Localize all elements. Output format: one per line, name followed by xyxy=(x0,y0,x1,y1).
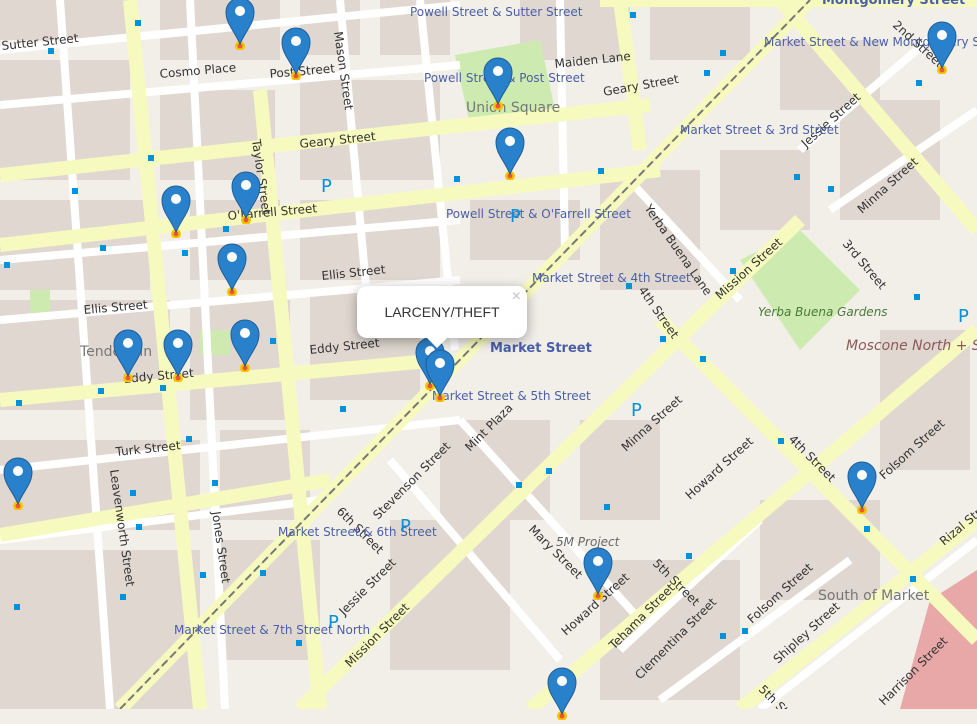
svg-text:P: P xyxy=(510,206,521,227)
crime-marker-5[interactable] xyxy=(160,184,192,239)
crime-marker-15[interactable] xyxy=(846,460,878,515)
crime-marker-3[interactable] xyxy=(482,56,514,111)
crime-marker-2[interactable] xyxy=(280,26,312,81)
svg-text:Montgomery Street: Montgomery Street xyxy=(822,0,965,8)
crime-marker-8[interactable] xyxy=(229,318,261,373)
svg-text:Market Street & 4th Street: Market Street & 4th Street xyxy=(532,271,691,285)
crime-marker-16[interactable] xyxy=(926,20,958,75)
svg-text:Market Street & 6th Street: Market Street & 6th Street xyxy=(278,525,437,539)
svg-text:P: P xyxy=(321,176,332,197)
svg-text:Market Street & 3rd Street: Market Street & 3rd Street xyxy=(680,123,839,137)
crime-marker-14[interactable] xyxy=(582,546,614,601)
crime-marker-7[interactable] xyxy=(216,242,248,297)
close-icon[interactable]: × xyxy=(512,288,521,306)
svg-text:P: P xyxy=(958,306,969,327)
crime-marker-11[interactable] xyxy=(2,456,34,511)
crime-marker-6[interactable] xyxy=(230,170,262,225)
incident-popup: LARCENY/THEFT × xyxy=(357,286,527,348)
svg-text:P: P xyxy=(631,400,642,421)
crime-marker-4[interactable] xyxy=(494,126,526,181)
svg-text:Market Street: Market Street xyxy=(490,341,592,356)
park-label: Yerba Buena Gardens xyxy=(758,305,888,319)
svg-text:Powell Street & Sutter Street: Powell Street & Sutter Street xyxy=(410,5,583,19)
crime-marker-17[interactable] xyxy=(546,666,578,721)
svg-text:Market Street & 7th Street Nor: Market Street & 7th Street North xyxy=(174,623,370,637)
crime-marker-13[interactable] xyxy=(424,348,456,403)
crime-marker-10[interactable] xyxy=(162,328,194,383)
svg-text:P: P xyxy=(328,612,339,633)
moscone-label: Moscone North + South xyxy=(846,338,977,354)
crime-marker-9[interactable] xyxy=(112,328,144,383)
svg-text:Powell Street & O'Farrell Stre: Powell Street & O'Farrell Street xyxy=(446,207,631,221)
crime-marker-1[interactable] xyxy=(224,0,256,51)
popup-text: LARCENY/THEFT xyxy=(384,304,500,320)
svg-text:P: P xyxy=(400,516,411,537)
svg-text:South of Market: South of Market xyxy=(818,588,930,604)
popup-tip xyxy=(427,338,447,348)
